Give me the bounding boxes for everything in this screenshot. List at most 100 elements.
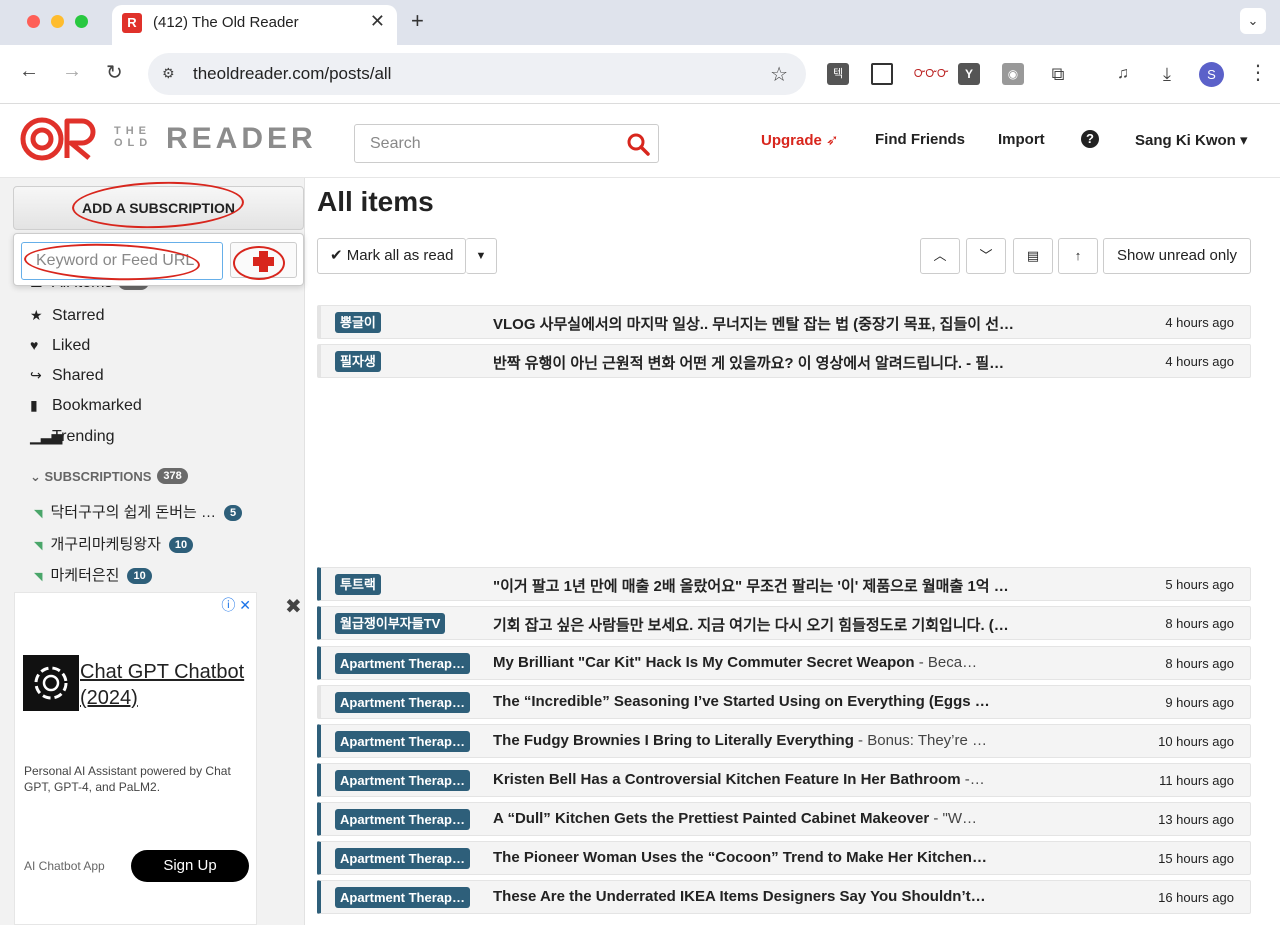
scroll-top-button[interactable]: ↑ bbox=[1058, 238, 1098, 274]
item-feed-label[interactable]: 투트랙 bbox=[335, 574, 381, 595]
site-settings-icon[interactable]: ⚙ bbox=[162, 65, 175, 82]
search-icon[interactable] bbox=[626, 132, 650, 161]
item-time: 4 hours ago bbox=[1165, 315, 1234, 330]
item-feed-label[interactable]: 뿅글이 bbox=[335, 312, 381, 333]
item-text: The “Incredible” Seasoning I’ve Started … bbox=[493, 693, 1021, 710]
import-link[interactable]: Import bbox=[998, 131, 1045, 148]
item-title: "이거 팔고 1년 만에 매출 2배 올랐어요" 무조건 팔리는 '이' 제품으… bbox=[493, 578, 1009, 595]
feed-item[interactable]: ◥ 닥터구구의 쉽게 돈버는 … 5 bbox=[34, 501, 243, 522]
feed-item[interactable]: ◥ 개구리마케팅왕자 10 bbox=[34, 533, 194, 554]
item-time: 10 hours ago bbox=[1158, 734, 1234, 749]
item-row[interactable]: 뿅글이 VLOG 사무실에서의 마지막 일상.. 무너지는 멘탈 잡는 법 (중… bbox=[317, 305, 1251, 339]
item-row[interactable]: Apartment Therap… The Pioneer Woman Uses… bbox=[317, 841, 1251, 875]
add-feed-button[interactable] bbox=[230, 242, 297, 278]
minimize-window-button[interactable] bbox=[51, 15, 64, 28]
next-item-button[interactable]: ﹀ bbox=[966, 238, 1006, 274]
tab-close-icon[interactable]: ✕ bbox=[370, 11, 385, 32]
extension-eyes-icon[interactable]: ᏅᏅᏅ bbox=[914, 63, 949, 85]
item-snippet: - "W… bbox=[929, 810, 978, 827]
profile-avatar[interactable]: S bbox=[1199, 62, 1224, 87]
close-window-button[interactable] bbox=[27, 15, 40, 28]
bookmark-star-icon[interactable]: ☆ bbox=[770, 62, 788, 87]
advertisement[interactable]: ⓘ ✕ Chat GPT Chatbot (2024) Personal AI … bbox=[14, 592, 257, 925]
forward-arrow-icon[interactable]: → bbox=[62, 60, 82, 83]
sidebar-item-shared[interactable]: ↪ Shared bbox=[30, 367, 104, 389]
reload-icon[interactable]: ↻ bbox=[106, 60, 123, 85]
item-row[interactable]: Apartment Therap… These Are the Underrat… bbox=[317, 880, 1251, 914]
maximize-window-button[interactable] bbox=[75, 15, 88, 28]
browser-tab[interactable]: R (412) The Old Reader ✕ bbox=[112, 5, 397, 45]
item-feed-label[interactable]: Apartment Therap… bbox=[335, 653, 470, 674]
search-input[interactable] bbox=[356, 126, 606, 161]
chevron-up-icon: ︿ bbox=[933, 248, 947, 263]
item-feed-label[interactable]: Apartment Therap… bbox=[335, 731, 470, 752]
new-tab-icon[interactable]: + bbox=[411, 8, 424, 34]
ad-close-icon[interactable]: ✖ bbox=[285, 594, 302, 619]
help-icon[interactable]: ? bbox=[1081, 130, 1099, 148]
address-bar[interactable]: ⚙ theoldreader.com/posts/all ☆ bbox=[148, 53, 806, 95]
old-reader-logo-icon[interactable] bbox=[19, 116, 101, 167]
rss-icon: ◥ bbox=[34, 508, 43, 520]
mark-all-read-dropdown[interactable]: ▼ bbox=[466, 238, 497, 274]
sidebar-item-liked[interactable]: ♥ Liked bbox=[30, 337, 90, 359]
browser-menu-icon[interactable]: ⋮ bbox=[1248, 60, 1268, 85]
bookmark-icon: ▮ bbox=[30, 397, 38, 413]
add-subscription-popup bbox=[13, 233, 304, 286]
item-feed-label[interactable]: Apartment Therap… bbox=[335, 770, 470, 791]
item-feed-label[interactable]: Apartment Therap… bbox=[335, 887, 470, 908]
back-arrow-icon[interactable]: ← bbox=[19, 60, 39, 83]
item-time: 16 hours ago bbox=[1158, 890, 1234, 905]
sidebar-item-label: Trending bbox=[52, 428, 115, 445]
feed-item[interactable]: ◥ 마케터은진 10 bbox=[34, 564, 152, 585]
extension-square-icon[interactable] bbox=[871, 63, 893, 85]
extension-ycombinator-icon[interactable]: Y bbox=[958, 63, 980, 85]
item-row[interactable]: 투트랙 "이거 팔고 1년 만에 매출 2배 올랐어요" 무조건 팔리는 '이'… bbox=[317, 567, 1251, 601]
find-friends-link[interactable]: Find Friends bbox=[875, 131, 965, 148]
show-unread-only-button[interactable]: Show unread only bbox=[1103, 238, 1251, 274]
item-time: 13 hours ago bbox=[1158, 812, 1234, 827]
item-feed-label[interactable]: 필자생 bbox=[335, 351, 381, 372]
sidebar-item-bookmarked[interactable]: ▮ Bookmarked bbox=[30, 397, 142, 419]
feed-url-input[interactable] bbox=[21, 242, 223, 280]
item-snippet: - Bonus: They’re … bbox=[853, 732, 988, 749]
item-feed-label[interactable]: Apartment Therap… bbox=[335, 692, 470, 713]
feed-name: 개구리마케팅왕자 bbox=[50, 536, 161, 553]
extension-rss-icon[interactable]: ◉ bbox=[1002, 63, 1024, 85]
user-menu[interactable]: Sang Ki Kwon ▾ bbox=[1135, 131, 1248, 149]
item-text: My Brilliant "Car Kit" Hack Is My Commut… bbox=[493, 654, 1021, 671]
item-row[interactable]: Apartment Therap… My Brilliant "Car Kit"… bbox=[317, 646, 1251, 680]
item-row[interactable]: Apartment Therap… Kristen Bell Has a Con… bbox=[317, 763, 1251, 797]
ad-title[interactable]: Chat GPT Chatbot (2024) bbox=[80, 659, 250, 711]
item-row[interactable]: 월급쟁이부자들TV 기회 잡고 싶은 사람들만 보세요. 지금 여기는 다시 오… bbox=[317, 606, 1251, 640]
previous-item-button[interactable]: ︿ bbox=[920, 238, 960, 274]
sidebar-item-trending[interactable]: ▁▃▅Trending bbox=[30, 428, 115, 450]
item-feed-label[interactable]: Apartment Therap… bbox=[335, 809, 470, 830]
item-row[interactable]: Apartment Therap… The Fudgy Brownies I B… bbox=[317, 724, 1251, 758]
tab-search-chevron-icon[interactable]: ⌄ bbox=[1240, 8, 1266, 34]
ad-info-icon[interactable]: ⓘ ✕ bbox=[221, 595, 251, 615]
upgrade-link[interactable]: Upgrade ➶ bbox=[761, 131, 839, 149]
arrow-up-icon: ↑ bbox=[1074, 248, 1082, 263]
add-subscription-button[interactable]: ADD A SUBSCRIPTION bbox=[13, 186, 304, 230]
search-box bbox=[354, 124, 659, 163]
ad-signup-button[interactable]: Sign Up bbox=[131, 850, 249, 882]
sidebar-item-label: Starred bbox=[52, 307, 105, 324]
download-icon[interactable]: ⤓ bbox=[1156, 63, 1178, 85]
item-row[interactable]: Apartment Therap… The “Incredible” Seaso… bbox=[317, 685, 1251, 719]
mark-all-read-button[interactable]: ✔ Mark all as read bbox=[317, 238, 466, 274]
feed-count-badge: 10 bbox=[127, 568, 152, 584]
extensions-puzzle-icon[interactable]: ⧉ bbox=[1047, 63, 1069, 85]
item-feed-label[interactable]: Apartment Therap… bbox=[335, 848, 470, 869]
extension-text-icon[interactable]: 텍 bbox=[827, 63, 849, 85]
item-feed-label[interactable]: 월급쟁이부자들TV bbox=[335, 613, 446, 634]
address-url[interactable]: theoldreader.com/posts/all bbox=[193, 64, 391, 84]
item-text: 기회 잡고 싶은 사람들만 보세요. 지금 여기는 다시 오기 힘들정도로 기회… bbox=[493, 614, 1021, 635]
sidebar-item-starred[interactable]: ★ Starred bbox=[30, 307, 104, 329]
item-row[interactable]: 필자생 반짝 유행이 아닌 근원적 변화 어떤 게 있을까요? 이 영상에서 알… bbox=[317, 344, 1251, 378]
item-title: The Fudgy Brownies I Bring to Literally … bbox=[493, 732, 854, 749]
rss-icon: ◥ bbox=[34, 540, 43, 552]
view-mode-button[interactable]: ▤ bbox=[1013, 238, 1053, 274]
media-controls-icon[interactable]: ♫ bbox=[1112, 63, 1134, 85]
item-row[interactable]: Apartment Therap… A “Dull” Kitchen Gets … bbox=[317, 802, 1251, 836]
subscriptions-header[interactable]: ⌄ SUBSCRIPTIONS 378 bbox=[30, 468, 188, 485]
